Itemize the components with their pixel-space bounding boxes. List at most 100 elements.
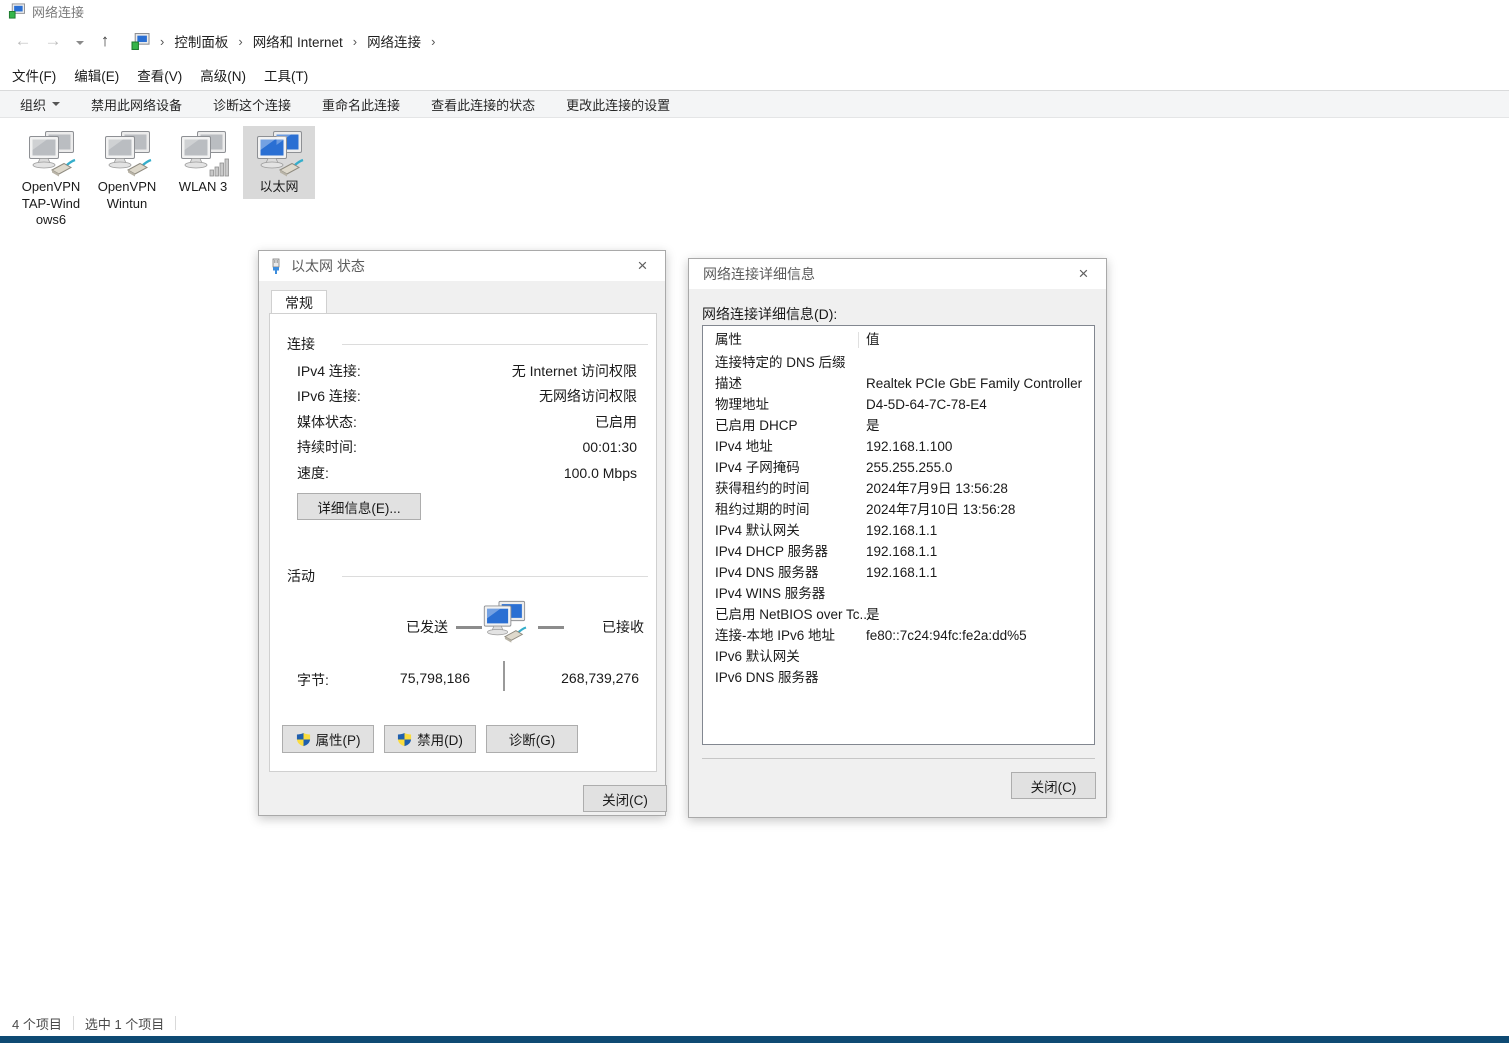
status-close-button-label: 关闭(C) (602, 789, 648, 809)
dialog-title: 以太网 状态 (291, 256, 365, 276)
up-button[interactable]: ↑ (92, 31, 118, 51)
connection-ethernet[interactable]: 以太网 (243, 126, 315, 199)
window-bottom-edge (0, 1036, 1509, 1043)
disable-device-command[interactable]: 禁用此网络设备 (91, 95, 182, 114)
connection-openvpn-wintun[interactable]: OpenVPN Wintun (91, 126, 163, 212)
row-property: IPv4 默认网关 (715, 520, 800, 541)
chevron-down-icon (52, 102, 60, 106)
row-value: 192.168.1.1 (866, 562, 937, 583)
status-label: 持续时间: (297, 437, 357, 457)
breadcrumb-separator: › (431, 34, 435, 49)
back-button[interactable]: ← (10, 31, 36, 51)
group-activity-line (342, 576, 648, 577)
details-row[interactable]: IPv4 DNS 服务器 192.168.1.1 (703, 562, 1094, 583)
details-button[interactable]: 详细信息(E)... (297, 493, 421, 520)
details-row[interactable]: IPv6 DNS 服务器 (703, 667, 1094, 688)
breadcrumb-control-panel[interactable]: 控制面板 (174, 31, 228, 51)
breadcrumb-network-connections[interactable]: 网络连接 (367, 31, 421, 51)
breadcrumb-separator: › (160, 34, 164, 49)
details-close-button[interactable]: 关闭(C) (1011, 772, 1096, 799)
details-row[interactable]: 获得租约的时间 2024年7月9日 13:56:28 (703, 478, 1094, 499)
received-label: 已接收 (602, 617, 644, 637)
row-property: 描述 (715, 373, 742, 394)
group-activity-label: 活动 (287, 566, 315, 586)
change-settings-command[interactable]: 更改此连接的设置 (566, 95, 670, 114)
row-value: 2024年7月9日 13:56:28 (866, 478, 1008, 499)
status-value: 无网络访问权限 (539, 386, 637, 406)
diagnose-connection-command[interactable]: 诊断这个连接 (213, 95, 291, 114)
details-row[interactable]: IPv4 子网掩码 255.255.255.0 (703, 457, 1094, 478)
details-row[interactable]: 连接-本地 IPv6 地址 fe80::7c24:94fc:fe2a:dd%5 (703, 625, 1094, 646)
status-label: 媒体状态: (297, 412, 357, 432)
details-row[interactable]: IPv4 默认网关 192.168.1.1 (703, 520, 1094, 541)
details-row[interactable]: 租约过期的时间 2024年7月10日 13:56:28 (703, 499, 1094, 520)
group-connection-label: 连接 (287, 334, 315, 354)
tab-panel-general: 连接 IPv4 连接: 无 Internet 访问权限 IPv6 连接: 无网络… (269, 313, 657, 772)
dialog-titlebar: 网络连接详细信息 × (689, 259, 1106, 289)
details-header-row: 属性 值 (703, 329, 1094, 350)
status-row: IPv6 连接: 无网络访问权限 (297, 384, 637, 410)
row-property: 租约过期的时间 (715, 499, 810, 520)
row-property: IPv4 DNS 服务器 (715, 562, 819, 583)
disable-button[interactable]: 禁用(D) (384, 725, 476, 753)
recent-locations-dropdown-icon[interactable] (76, 32, 84, 50)
properties-button[interactable]: 属性(P) (282, 725, 374, 753)
details-row[interactable]: 描述 Realtek PCIe GbE Family Controller (703, 373, 1094, 394)
organize-label: 组织 (20, 95, 46, 114)
vpn-adapter-icon (101, 130, 153, 178)
diagnose-button[interactable]: 诊断(G) (486, 725, 578, 753)
properties-button-label: 属性(P) (316, 729, 361, 749)
menu-advanced[interactable]: 高级(N) (200, 65, 246, 85)
row-property: 获得租约的时间 (715, 478, 810, 499)
menu-file[interactable]: 文件(F) (12, 65, 56, 85)
connection-status-rows: IPv4 连接: 无 Internet 访问权限 IPv6 连接: 无网络访问权… (297, 358, 637, 486)
row-property: IPv6 DNS 服务器 (715, 667, 819, 688)
organize-menu-button[interactable]: 组织 (20, 95, 60, 114)
details-list[interactable]: 属性 值 连接特定的 DNS 后缀 描述 Realtek PCIe GbE Fa… (702, 325, 1095, 745)
details-row[interactable]: IPv4 地址 192.168.1.100 (703, 436, 1094, 457)
details-row[interactable]: 连接特定的 DNS 后缀 (703, 352, 1094, 373)
connection-wlan-3[interactable]: WLAN 3 (167, 126, 239, 196)
details-row[interactable]: IPv4 DHCP 服务器 192.168.1.1 (703, 541, 1094, 562)
command-bar: 组织 禁用此网络设备 诊断这个连接 重命名此连接 查看此连接的状态 更改此连接的… (0, 90, 1509, 118)
wlan-adapter-icon (177, 130, 229, 178)
close-icon[interactable]: × (1061, 259, 1106, 288)
details-list-label: 网络连接详细信息(D): (702, 304, 837, 324)
status-label: IPv4 连接: (297, 361, 361, 381)
footer-divider (702, 758, 1095, 759)
details-row[interactable]: IPv4 WINS 服务器 (703, 583, 1094, 604)
status-label: IPv6 连接: (297, 386, 361, 406)
view-status-command[interactable]: 查看此连接的状态 (431, 95, 535, 114)
connection-openvpn-tap-windows6[interactable]: OpenVPN TAP-Wind ows6 (15, 126, 87, 229)
connection-label: 以太网 (259, 179, 298, 196)
menu-edit[interactable]: 编辑(E) (74, 65, 119, 85)
row-property: 连接-本地 IPv6 地址 (715, 625, 835, 646)
menu-tools[interactable]: 工具(T) (264, 65, 308, 85)
details-row[interactable]: 已启用 DHCP 是 (703, 415, 1094, 436)
connection-label: OpenVPN TAP-Wind ows6 (22, 179, 81, 229)
ethernet-adapter-icon (253, 130, 305, 178)
items-count: 4 个项目 (12, 1014, 62, 1033)
tab-general[interactable]: 常规 (271, 290, 327, 313)
details-row[interactable]: IPv6 默认网关 (703, 646, 1094, 667)
details-row[interactable]: 物理地址 D4-5D-64-7C-78-E4 (703, 394, 1094, 415)
received-dash (538, 626, 564, 629)
row-value: D4-5D-64-7C-78-E4 (866, 394, 987, 415)
diagnose-button-label: 诊断(G) (509, 729, 556, 749)
statusbar-divider (175, 1016, 176, 1030)
row-property: IPv4 WINS 服务器 (715, 583, 825, 604)
status-close-button[interactable]: 关闭(C) (583, 785, 667, 812)
status-label: 速度: (297, 463, 329, 483)
close-icon[interactable]: × (620, 251, 665, 280)
breadcrumb-network-internet[interactable]: 网络和 Internet (253, 31, 343, 51)
menu-bar: 文件(F) 编辑(E) 查看(V) 高级(N) 工具(T) (0, 60, 1509, 90)
details-row[interactable]: 已启用 NetBIOS over Tc... 是 (703, 604, 1094, 625)
bytes-label: 字节: (297, 670, 329, 690)
forward-button[interactable]: → (40, 31, 66, 51)
column-value: 值 (866, 329, 880, 350)
rename-connection-command[interactable]: 重命名此连接 (322, 95, 400, 114)
connection-label: WLAN 3 (179, 179, 227, 196)
menu-view[interactable]: 查看(V) (137, 65, 182, 85)
ethernet-status-dialog: 以太网 状态 × 常规 连接 IPv4 连接: 无 Internet 访问权限 … (258, 250, 666, 816)
status-row: 速度: 100.0 Mbps (297, 460, 637, 486)
